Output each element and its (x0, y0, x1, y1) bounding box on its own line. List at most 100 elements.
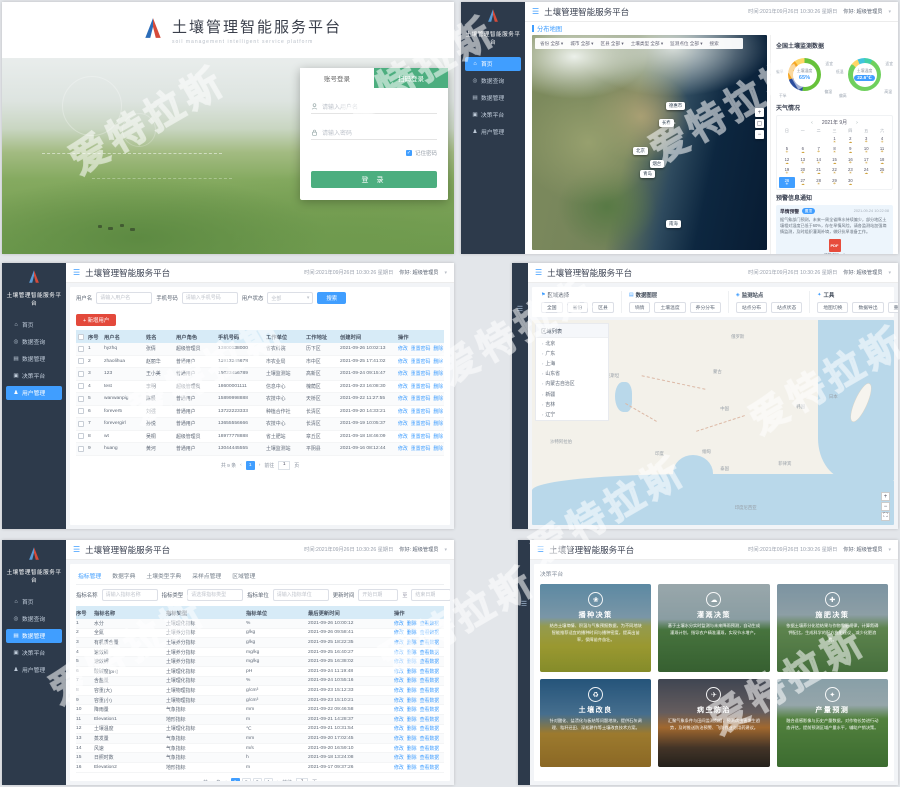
toolbar-chip[interactable]: 养分分布 (690, 302, 721, 313)
row-checkbox[interactable] (78, 408, 84, 414)
view-data-link[interactable]: 查看数据 (420, 706, 440, 713)
metric-name-input[interactable] (102, 589, 158, 601)
toolbar-chip[interactable]: 站点状态 (771, 302, 802, 313)
tree-item[interactable]: ›辽宁 (536, 409, 608, 419)
row-checkbox[interactable] (78, 371, 84, 377)
toolbar-chip[interactable]: 重置视图 ▾ (888, 302, 898, 313)
calendar-day[interactable]: 2☁ (842, 135, 858, 146)
toolbar-chip[interactable]: 土壤温度 (654, 302, 685, 313)
status-filter-select[interactable]: 全部▾ (267, 292, 313, 304)
view-data-link[interactable]: 查看数据 (420, 649, 440, 656)
edit-link[interactable]: 修改 (398, 395, 408, 402)
delete-link[interactable]: 删除 (407, 677, 417, 684)
edit-link[interactable]: 修改 (398, 345, 408, 352)
collapsed-sidebar[interactable]: ☰ (512, 263, 528, 529)
sidebar-item[interactable]: ♟用户管理 (6, 663, 62, 677)
edit-link[interactable]: 修改 (394, 716, 404, 723)
calendar-day[interactable]: 13☀ (795, 156, 811, 167)
sidebar-item[interactable]: ◎数据查询 (6, 335, 62, 349)
edit-link[interactable]: 修改 (394, 764, 404, 771)
tab-qr-login[interactable]: 扫码登录 (374, 68, 448, 88)
edit-link[interactable]: 修改 (394, 735, 404, 742)
calendar-day[interactable]: 22☀ (827, 167, 843, 178)
tree-item[interactable]: ›吉林 (536, 399, 608, 409)
edit-link[interactable]: 修改 (394, 668, 404, 675)
calendar-day[interactable]: 30☁ (842, 177, 858, 188)
calendar-day[interactable] (811, 135, 827, 146)
calendar-day[interactable]: 7☂ (811, 146, 827, 157)
sidebar-item[interactable]: ⌂首页 (465, 57, 521, 71)
view-data-link[interactable]: 查看数据 (420, 620, 440, 627)
delete-link[interactable]: 删除 (407, 668, 417, 675)
calendar-day[interactable]: 3☂ (858, 135, 874, 146)
view-data-link[interactable]: 查看数据 (420, 677, 440, 684)
page-jump-input[interactable]: 1 (278, 461, 290, 470)
view-data-link[interactable]: 查看数据 (420, 764, 440, 771)
edit-link[interactable]: 修改 (394, 697, 404, 704)
edit-link[interactable]: 修改 (394, 725, 404, 732)
sidebar-item[interactable]: ◎数据查询 (465, 74, 521, 88)
delete-link[interactable]: 删除 (433, 345, 443, 352)
tree-item[interactable]: ›北京 (536, 338, 608, 348)
edit-link[interactable]: 修改 (394, 754, 404, 761)
page-number[interactable]: 4 (264, 778, 273, 782)
view-data-link[interactable]: 查看数据 (420, 668, 440, 675)
tab[interactable]: 数据字典 (112, 571, 135, 580)
satellite-map[interactable]: 省份 全部 ▾城市 全部 ▾区县 全部 ▾土壤类型 全部 ▾监测点位 全部 ▾搜… (532, 35, 767, 250)
calendar-day[interactable] (858, 177, 874, 188)
view-data-link[interactable]: 查看数据 (420, 697, 440, 704)
calendar-day[interactable]: 27☁ (795, 177, 811, 188)
remember-checkbox[interactable]: ✓ (406, 150, 412, 156)
page-jump-input[interactable]: 1 (296, 778, 308, 782)
delete-link[interactable]: 删除 (407, 658, 417, 665)
prev-page-icon[interactable]: ‹ (225, 780, 227, 782)
view-data-link[interactable]: 查看数据 (420, 639, 440, 646)
calendar-day[interactable]: 8☀ (827, 146, 843, 157)
zoom-button[interactable]: − (881, 502, 890, 511)
start-date-input[interactable] (358, 589, 398, 601)
calendar-day[interactable]: 16☂ (842, 156, 858, 167)
calendar-day[interactable]: 4☀ (874, 135, 890, 146)
reset-password-link[interactable]: 重置密码 (411, 445, 431, 452)
calendar-day[interactable]: 19☀ (779, 167, 795, 178)
decision-card[interactable]: ✈ 病虫防治 汇聚气象条件与田间监测数据，预测病虫害发生趋势，及时推送防治预警、… (658, 679, 769, 767)
delete-link[interactable]: 删除 (407, 725, 417, 732)
map-filter-item[interactable]: 监测点位 全部 ▾ (670, 41, 702, 47)
reset-password-link[interactable]: 重置密码 (411, 345, 431, 352)
map-marker[interactable]: 北京 (633, 147, 648, 155)
message-card[interactable]: 旱情预警置顶2021-09-24 10:22:08 据气象部门预测，未来一周全省… (776, 205, 893, 255)
page-number[interactable]: 1 (231, 778, 240, 782)
calendar-day[interactable] (779, 135, 795, 146)
edit-link[interactable]: 修改 (394, 649, 404, 656)
reset-password-link[interactable]: 重置密码 (411, 358, 431, 365)
edit-link[interactable]: 修改 (394, 658, 404, 665)
row-checkbox[interactable] (78, 346, 84, 352)
sidebar-item[interactable]: ♟用户管理 (465, 125, 521, 139)
map-filter-item[interactable]: 土壤类型 全部 ▾ (631, 41, 663, 47)
tab[interactable]: 采样点管理 (192, 571, 221, 580)
delete-link[interactable]: 删除 (407, 735, 417, 742)
page-number[interactable]: 2 (242, 778, 251, 782)
toolbar-chip[interactable]: 全国 (541, 302, 563, 313)
decision-card[interactable]: ♻ 土壤改良 针对酸化、盐渍化与板结等问题地块，提供石灰调理、秸秆还田、深松耕作… (540, 679, 651, 767)
view-data-link[interactable]: 查看数据 (420, 716, 440, 723)
calendar-day[interactable]: 23☀ (842, 167, 858, 178)
calendar-day[interactable] (795, 135, 811, 146)
reset-password-link[interactable]: 重置密码 (411, 370, 431, 377)
tab[interactable]: 指标管理 (78, 571, 101, 580)
calendar-day[interactable]: 28☀ (811, 177, 827, 188)
delete-link[interactable]: 删除 (433, 395, 443, 402)
sidebar-item[interactable]: ▣决策平台 (6, 369, 62, 383)
map-marker[interactable]: 德惠市 (666, 102, 685, 110)
metric-type-input[interactable] (187, 589, 243, 601)
decision-card[interactable]: ☁ 灌溉决策 基于土壤水分实时监测与未来降雨预测，自动生成灌溉计划，指导农户精准… (658, 584, 769, 672)
toolbar-chip[interactable]: 数据导出 (852, 302, 883, 313)
view-data-link[interactable]: 查看数据 (420, 687, 440, 694)
reset-password-link[interactable]: 重置密码 (411, 420, 431, 427)
menu-toggle-icon[interactable]: ☰ (537, 545, 544, 554)
calendar-day[interactable]: 29☂ (827, 177, 843, 188)
edit-link[interactable]: 修改 (398, 358, 408, 365)
tree-item[interactable]: ›山东省 (536, 369, 608, 379)
delete-link[interactable]: 删除 (433, 358, 443, 365)
reset-password-link[interactable]: 重置密码 (411, 383, 431, 390)
